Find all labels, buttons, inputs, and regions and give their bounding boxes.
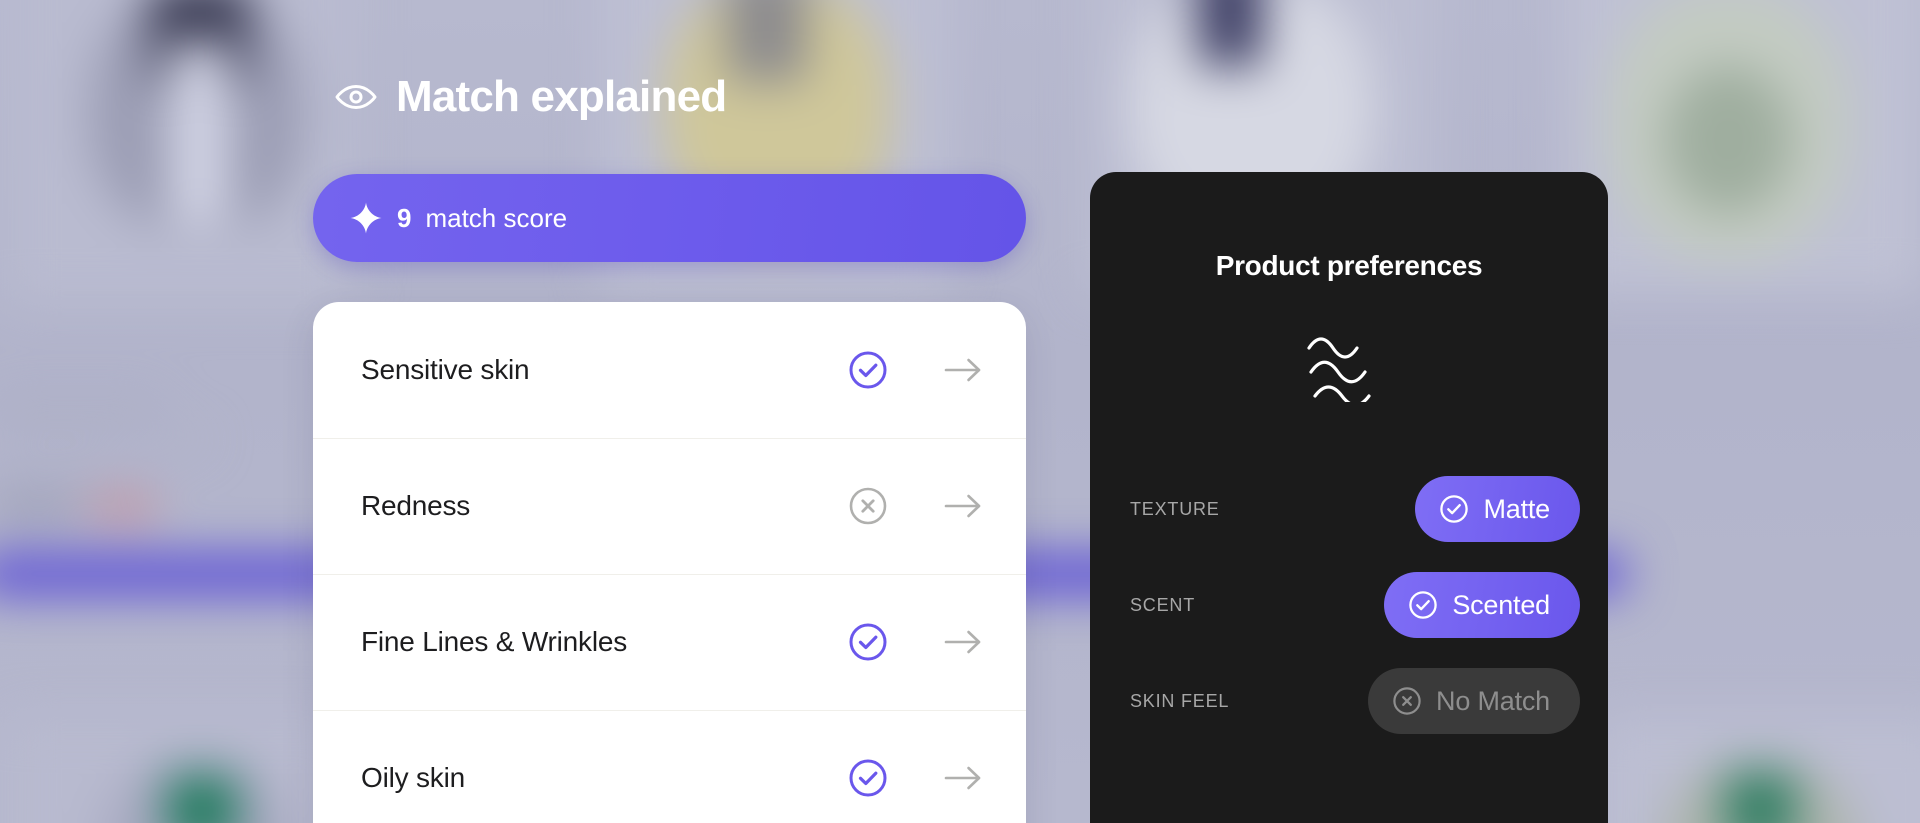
concern-label: Oily skin bbox=[361, 762, 465, 793]
match-score-pill[interactable]: 9 match score bbox=[313, 174, 1026, 262]
page-title: Match explained bbox=[396, 72, 727, 121]
check-circle-icon bbox=[1408, 590, 1438, 620]
product-preferences-panel: Product preferences TEXTURE Matte SCENT … bbox=[1090, 172, 1608, 823]
preference-chip-scent[interactable]: Scented bbox=[1384, 572, 1580, 638]
arrow-right-icon[interactable] bbox=[944, 765, 982, 791]
preference-value: Matte bbox=[1483, 493, 1550, 524]
list-item[interactable]: Fine Lines & Wrinkles bbox=[313, 574, 1026, 710]
match-score-label: match score bbox=[425, 203, 568, 233]
x-circle-icon bbox=[848, 486, 888, 526]
preference-label: TEXTURE bbox=[1130, 498, 1220, 519]
list-item[interactable]: Redness bbox=[313, 438, 1026, 574]
preference-row-texture: TEXTURE Matte bbox=[1130, 476, 1580, 542]
check-circle-icon bbox=[1439, 494, 1469, 524]
match-score-value: 9 bbox=[397, 203, 412, 233]
list-item[interactable]: Sensitive skin bbox=[313, 302, 1026, 438]
preference-label: SCENT bbox=[1130, 594, 1196, 615]
check-circle-icon bbox=[848, 758, 888, 798]
waves-icon bbox=[1090, 334, 1608, 402]
arrow-right-icon[interactable] bbox=[944, 629, 982, 655]
check-circle-icon bbox=[848, 622, 888, 662]
check-circle-icon bbox=[848, 350, 888, 390]
preference-value: No Match bbox=[1436, 685, 1550, 716]
app-screen: Match explained 9 match score Sensitive … bbox=[0, 0, 1920, 823]
preference-row-scent: SCENT Scented bbox=[1130, 572, 1580, 638]
concern-label: Sensitive skin bbox=[361, 354, 530, 385]
concern-label: Fine Lines & Wrinkles bbox=[361, 626, 628, 657]
concern-label: Redness bbox=[361, 490, 471, 521]
preferences-title: Product preferences bbox=[1215, 250, 1483, 281]
x-circle-icon bbox=[1392, 686, 1422, 716]
preference-label: SKIN FEEL bbox=[1130, 690, 1230, 711]
page-header: Match explained bbox=[334, 72, 727, 121]
list-item[interactable]: Oily skin bbox=[313, 710, 1026, 823]
arrow-right-icon[interactable] bbox=[944, 493, 982, 519]
eye-icon bbox=[334, 75, 378, 119]
preference-value: Scented bbox=[1452, 589, 1550, 620]
preference-row-skin-feel: SKIN FEEL No Match bbox=[1130, 668, 1580, 734]
preferences-rows: TEXTURE Matte SCENT Scented SKIN FEEL No… bbox=[1090, 476, 1608, 734]
preference-chip-texture[interactable]: Matte bbox=[1415, 476, 1580, 542]
arrow-right-icon[interactable] bbox=[944, 357, 982, 383]
concerns-list-card: Sensitive skin Redness Fine Lines & Wrin… bbox=[313, 302, 1026, 823]
sparkle-icon bbox=[349, 201, 383, 235]
preference-chip-skin-feel[interactable]: No Match bbox=[1368, 668, 1580, 734]
